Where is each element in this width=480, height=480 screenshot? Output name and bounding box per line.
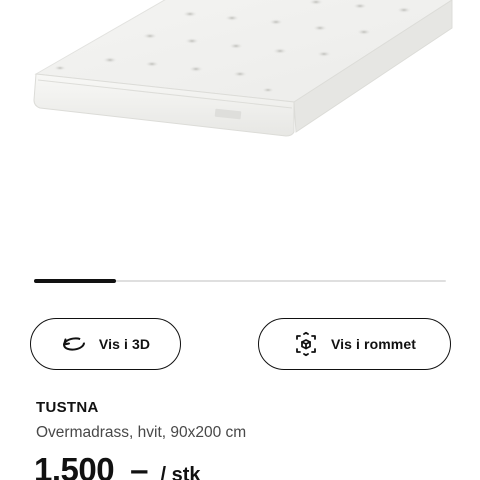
ar-cube-icon [293,331,319,357]
gallery-scroll-thumb[interactable] [34,279,117,283]
price-dash: – [130,451,149,480]
product-page: Vis i 3D Vis i rommet TUSTNA Overmadrass… [0,0,480,480]
product-name[interactable]: TUSTNA [36,399,99,416]
gallery-scroll-indicator[interactable] [34,279,446,283]
price-amount: 1.500 [34,451,115,480]
product-image[interactable] [0,0,480,265]
price: 1.500 – / stk [34,451,200,480]
view-3d-button[interactable]: Vis i 3D [30,318,181,370]
view-3d-label: Vis i 3D [98,336,151,352]
view-in-room-label: Vis i rommet [331,336,416,352]
view-in-room-button[interactable]: Vis i rommet [258,318,451,370]
product-description: Overmadrass, hvit, 90x200 cm [36,424,247,441]
price-unit: / stk [160,464,201,480]
rotate-3d-icon [61,331,87,357]
mattress-illustration [33,0,453,137]
